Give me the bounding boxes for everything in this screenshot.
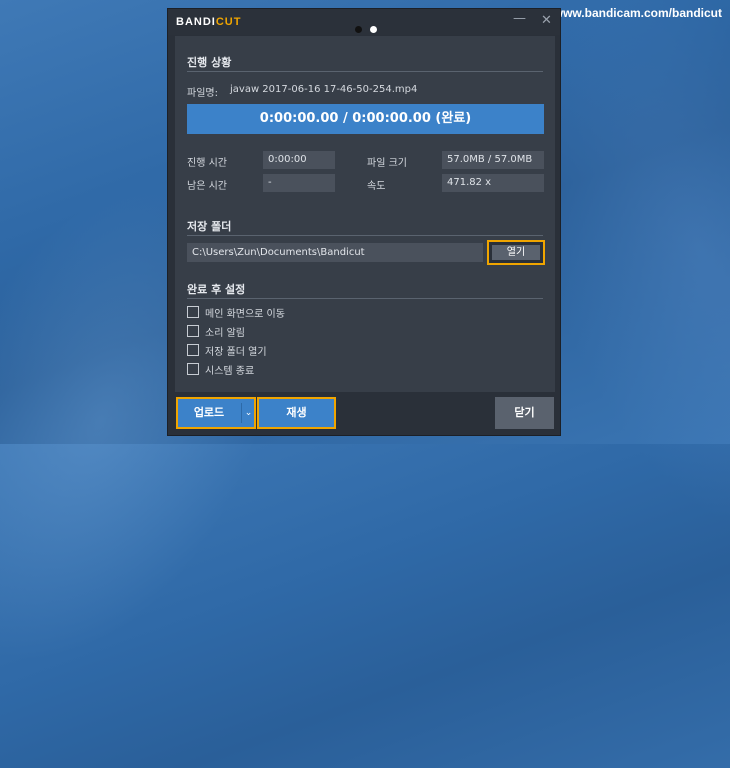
save-path-field[interactable]: C:\Users\Zun\Documents\Bandicut [187,243,483,262]
checkbox[interactable] [187,325,199,337]
divider [187,71,543,72]
page-dot-2[interactable] [370,26,377,33]
upload-separator [241,403,242,423]
elapsed-value: 0:00:00 [263,151,335,169]
checkbox[interactable] [187,363,199,375]
progress-bar: 0:00:00.00 / 0:00:00.00 (완료) [187,104,544,134]
filename-label: 파일명: [187,88,218,99]
option-label: 소리 알림 [205,328,245,339]
watermark: www.bandicam.com/bandicut [553,6,722,20]
app-logo: BANDICUT [176,16,241,28]
chevron-down-icon[interactable]: ⌄ [243,399,254,427]
speed-value: 471.82 x [442,174,544,192]
open-folder-label: 열기 [492,245,540,260]
filesize-value: 57.0MB / 57.0MB [442,151,544,169]
open-folder-button[interactable]: 열기 [487,240,545,265]
after-settings-title: 완료 후 설정 [187,283,246,296]
option-label: 시스템 종료 [205,366,255,377]
play-button[interactable]: 재생 [257,397,336,429]
speed-label: 속도 [367,181,386,192]
remaining-label: 남은 시간 [187,181,227,192]
logo-accent: CUT [215,16,242,28]
option-label: 저장 폴더 열기 [205,347,267,358]
close-button[interactable]: 닫기 [495,397,554,429]
filename-value: javaw 2017-06-16 17-46-50-254.mp4 [230,84,418,95]
progress-section-title: 진행 상황 [187,56,232,69]
checkbox[interactable] [187,306,199,318]
minimize-icon[interactable]: — [513,11,526,26]
save-folder-title: 저장 폴더 [187,220,232,233]
option-label: 메인 화면으로 이동 [205,309,285,320]
upload-label: 업로드 [193,406,225,419]
filesize-label: 파일 크기 [367,158,407,169]
divider [187,235,543,236]
divider [187,298,543,299]
remaining-value: - [263,174,335,192]
logo-main: BANDI [176,16,216,28]
elapsed-label: 진행 시간 [187,158,227,169]
page-dot-1[interactable] [355,26,362,33]
close-icon[interactable]: ✕ [541,13,552,28]
main-panel: 진행 상황 파일명: javaw 2017-06-16 17-46-50-254… [175,36,555,392]
checkbox[interactable] [187,344,199,356]
upload-button[interactable]: 업로드 ⌄ [176,397,256,429]
titlebar[interactable]: BANDICUT — ✕ [168,9,560,35]
bandicut-window: BANDICUT — ✕ 진행 상황 파일명: javaw 2017-06-16… [167,8,561,436]
page-dots [355,18,385,37]
